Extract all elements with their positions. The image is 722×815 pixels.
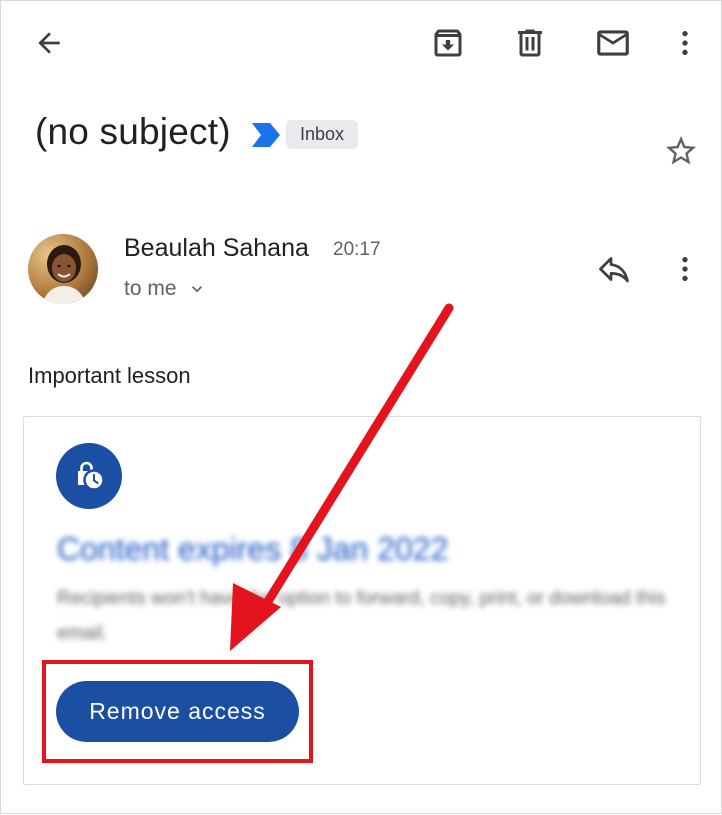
recipient-details-toggle[interactable]: to me xyxy=(124,277,207,301)
arrow-left-icon xyxy=(38,32,60,54)
archive-icon xyxy=(434,29,462,57)
importance-marker-icon xyxy=(250,122,282,153)
more-options-button[interactable] xyxy=(665,23,705,63)
trash-icon xyxy=(518,29,542,57)
inbox-label-chip[interactable]: Inbox xyxy=(286,120,359,149)
delete-button[interactable] xyxy=(510,23,550,63)
archive-button[interactable] xyxy=(428,23,468,63)
email-time: 20:17 xyxy=(333,239,381,260)
sender-avatar[interactable] xyxy=(28,234,98,304)
star-button[interactable] xyxy=(661,131,701,171)
recipient-text: to me xyxy=(124,277,177,300)
expiring-lock-clock-icon xyxy=(56,443,122,509)
chevron-down-icon xyxy=(191,286,202,293)
reply-button[interactable] xyxy=(592,249,636,289)
back-button[interactable] xyxy=(29,23,69,63)
more-vert-icon xyxy=(682,31,688,55)
email-subject: (no subject) xyxy=(35,111,231,152)
mail-icon xyxy=(597,30,629,56)
sender-name: Beaulah Sahana xyxy=(124,234,309,262)
more-vert-icon xyxy=(682,257,688,281)
expiry-description: Recipients won't have the option to forw… xyxy=(57,588,666,644)
annotation-highlight-box xyxy=(42,660,313,763)
reply-icon xyxy=(599,257,629,283)
star-outline-icon xyxy=(666,136,696,165)
expiry-title: Content expires 8 Jan 2022 xyxy=(57,531,449,567)
mark-unread-button[interactable] xyxy=(592,23,634,63)
email-body: Important lesson xyxy=(28,363,191,388)
message-more-button[interactable] xyxy=(665,249,705,289)
